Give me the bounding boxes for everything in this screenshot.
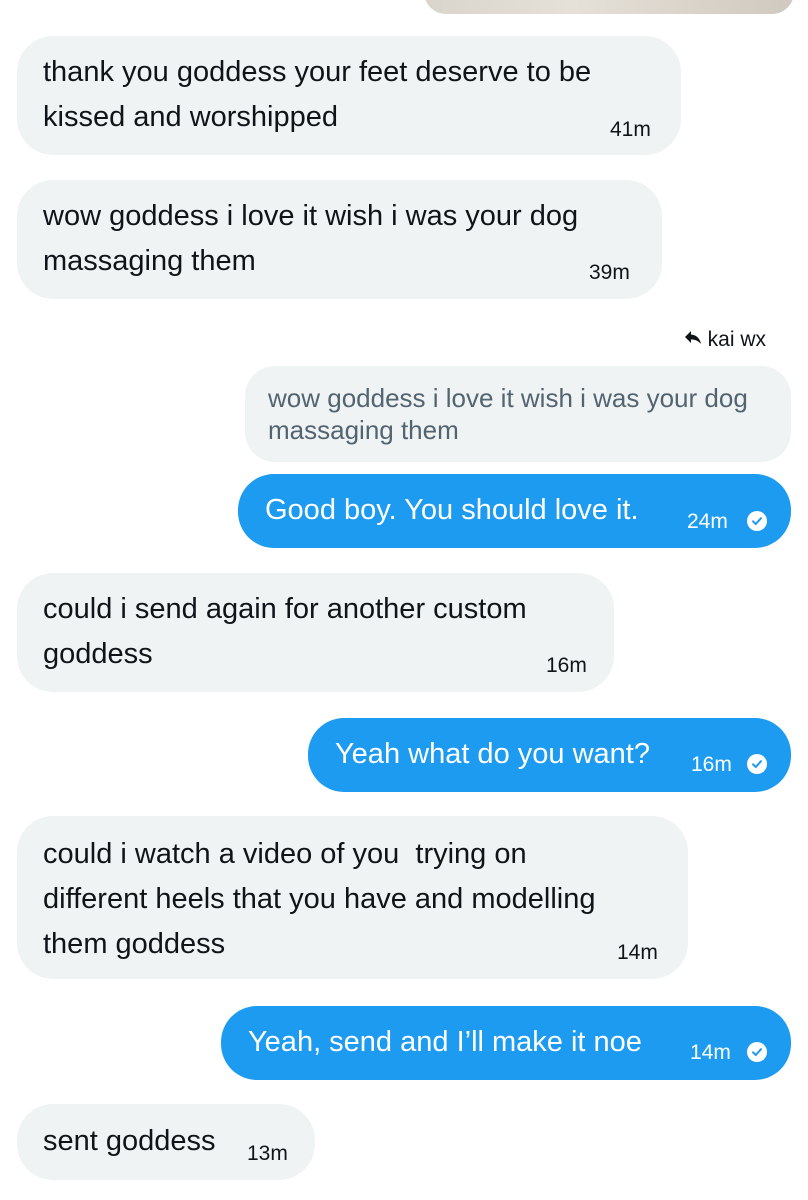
message-text: Yeah, send and I’ll make it noe [248, 1026, 642, 1058]
message-text: sent goddess [43, 1125, 216, 1157]
message-bubble[interactable]: could i send again for another custom go… [17, 573, 614, 692]
message-bubble[interactable]: Yeah what do you want? 16m [308, 718, 791, 792]
reply-to-name: kai wx [707, 328, 766, 351]
message-bubble[interactable]: wow goddess i love it wish i was your do… [17, 180, 662, 299]
message-bubble[interactable]: Good boy. You should love it. 24m [238, 474, 791, 548]
message-bubble[interactable]: sent goddess 13m [17, 1104, 315, 1180]
message-bubble[interactable]: thank you goddess your feet deserve to b… [17, 36, 681, 155]
message-time: 41m [610, 118, 651, 141]
checkmark-circle-icon [747, 511, 767, 531]
checkmark-circle-icon [747, 1042, 767, 1062]
quoted-text: wow goddess i love it wish i was your do… [268, 383, 748, 445]
quoted-message[interactable]: wow goddess i love it wish i was your do… [245, 366, 791, 462]
message-time: 16m [546, 654, 587, 677]
message-text: Yeah what do you want? [335, 738, 650, 770]
checkmark-circle-icon [747, 754, 767, 774]
message-time: 39m [589, 261, 630, 284]
message-text: thank you goddess your feet deserve to b… [43, 56, 592, 133]
reply-arrow-icon [684, 328, 702, 352]
reply-indicator: kai wx [684, 328, 766, 352]
message-bubble[interactable]: could i watch a video of you trying on d… [17, 816, 688, 979]
message-bubble[interactable]: Yeah, send and I’ll make it noe 14m [221, 1006, 791, 1080]
message-time: 24m [687, 510, 728, 533]
message-text: could i send again for another custom go… [43, 593, 527, 670]
message-text: wow goddess i love it wish i was your do… [43, 200, 579, 277]
media-preview[interactable] [424, 0, 794, 14]
message-text: could i watch a video of you trying on d… [43, 838, 596, 960]
message-time: 13m [247, 1142, 288, 1165]
message-text: Good boy. You should love it. [265, 494, 639, 526]
message-time: 14m [617, 941, 658, 964]
message-time: 16m [691, 753, 732, 776]
message-time: 14m [690, 1041, 731, 1064]
